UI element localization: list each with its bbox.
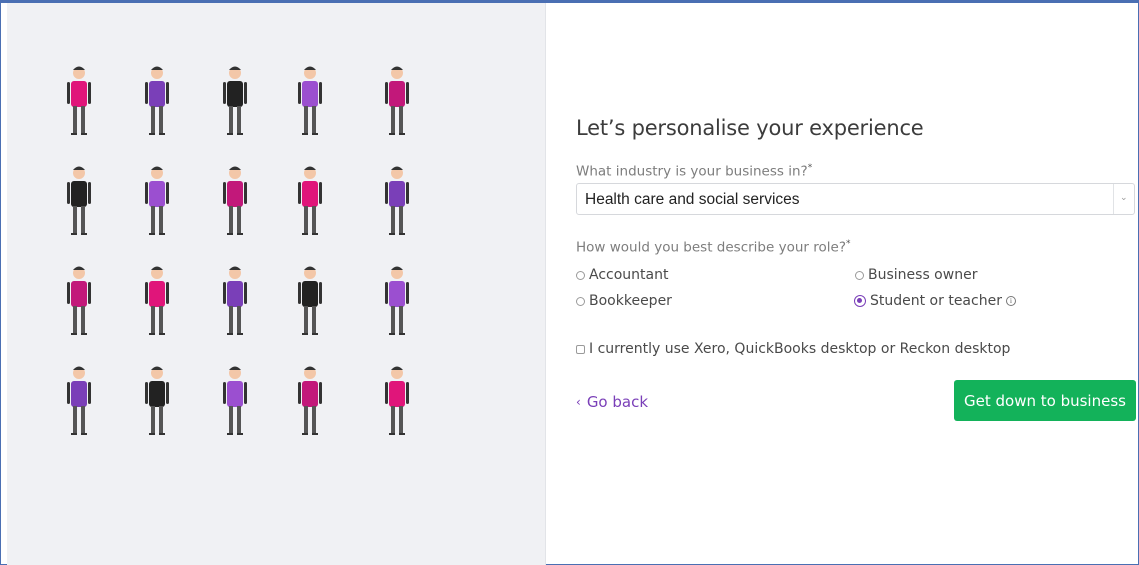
desktop-software-label: I currently use Xero, QuickBooks desktop… [589, 341, 1011, 357]
radio-accountant[interactable] [576, 270, 585, 280]
person-figure [67, 166, 91, 235]
required-marker: * [807, 163, 813, 173]
info-icon[interactable]: i [1005, 296, 1016, 306]
desktop-software-option[interactable]: I currently use Xero, QuickBooks desktop… [576, 341, 1010, 357]
person-figure [298, 66, 322, 135]
industry-select[interactable]: Health care and social services ⌄ [576, 183, 1135, 215]
desktop-software-checkbox[interactable] [576, 344, 585, 354]
role-label-business-owner: Business owner [868, 267, 978, 283]
role-question-text: How would you best describe your role? [576, 239, 846, 256]
go-back-label: Go back [586, 393, 649, 411]
illustration-panel [7, 3, 546, 565]
industry-select-value: Health care and social services [585, 191, 800, 208]
chevron-left-icon: ‹ [576, 395, 581, 409]
people-illustration [67, 66, 409, 435]
role-option-accountant[interactable]: Accountant [576, 267, 668, 283]
person-figure [385, 366, 409, 435]
person-figure [298, 166, 322, 235]
radio-student-or-teacher[interactable] [854, 295, 866, 307]
person-figure [223, 366, 247, 435]
role-option-bookkeeper[interactable]: Bookkeeper [576, 293, 672, 309]
person-figure [223, 66, 247, 135]
industry-select-toggle[interactable]: ⌄ [1113, 184, 1134, 214]
person-figure [223, 266, 247, 335]
person-figure [145, 166, 169, 235]
person-figure [385, 66, 409, 135]
person-figure [223, 166, 247, 235]
role-label-bookkeeper: Bookkeeper [589, 293, 672, 309]
person-figure [298, 366, 322, 435]
get-down-to-business-button[interactable]: Get down to business [954, 380, 1136, 421]
required-marker: * [845, 239, 851, 249]
person-figure [145, 266, 169, 335]
person-figure [298, 266, 322, 335]
radio-business-owner[interactable] [855, 270, 864, 280]
role-label-accountant: Accountant [589, 267, 669, 283]
industry-question-label: What industry is your business in?* [576, 163, 812, 180]
personalise-form: Let’s personalise your experience What i… [546, 3, 1138, 565]
role-question-label: How would you best describe your role?* [576, 239, 850, 256]
person-figure [145, 366, 169, 435]
person-figure [67, 366, 91, 435]
radio-bookkeeper[interactable] [576, 296, 585, 306]
chevron-down-icon: ⌄ [1120, 192, 1128, 202]
role-option-student-or-teacher[interactable]: Student or teacher i [854, 293, 1016, 309]
role-label-student-or-teacher: Student or teacher [870, 293, 1002, 309]
person-figure [385, 266, 409, 335]
go-back-link[interactable]: ‹ Go back [576, 393, 648, 411]
industry-question-text: What industry is your business in? [576, 163, 808, 180]
page-title: Let’s personalise your experience [576, 116, 924, 140]
person-figure [67, 266, 91, 335]
person-figure [385, 166, 409, 235]
person-figure [145, 66, 169, 135]
role-option-business-owner[interactable]: Business owner [855, 267, 977, 283]
person-figure [67, 66, 91, 135]
